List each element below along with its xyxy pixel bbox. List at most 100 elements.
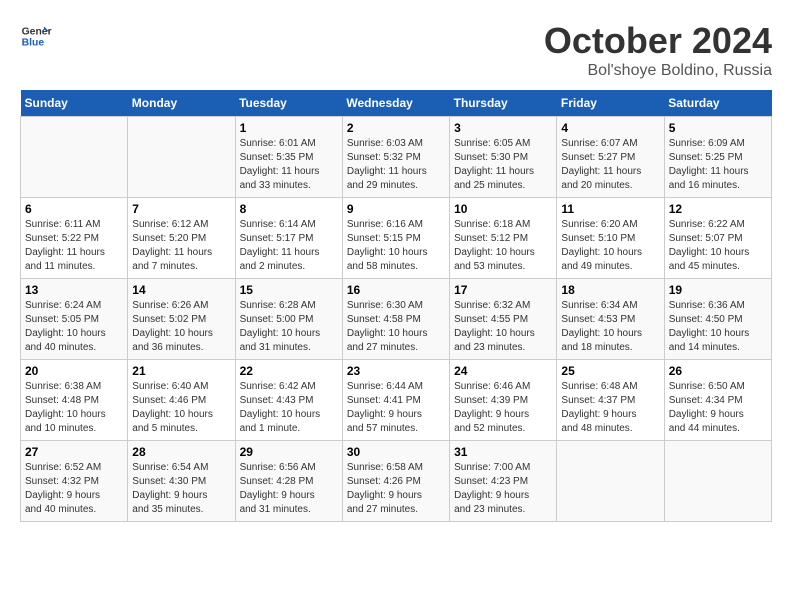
calendar-cell: 16Sunrise: 6:30 AM Sunset: 4:58 PM Dayli…: [342, 279, 449, 360]
day-number: 11: [561, 202, 659, 216]
day-info: Sunrise: 6:01 AM Sunset: 5:35 PM Dayligh…: [240, 137, 338, 193]
day-info: Sunrise: 6:50 AM Sunset: 4:34 PM Dayligh…: [669, 380, 767, 436]
day-number: 29: [240, 445, 338, 459]
day-info: Sunrise: 6:32 AM Sunset: 4:55 PM Dayligh…: [454, 299, 552, 355]
calendar-week-row: 6 Sunrise: 6:11 AM Sunset: 5:22 PM Daylig…: [21, 198, 772, 279]
title-section: October 2024 Bol'shoye Boldino, Russia: [544, 20, 772, 80]
day-info: Sunrise: 6:22 AM Sunset: 5:07 PM Dayligh…: [669, 218, 767, 274]
day-number: 5: [669, 121, 767, 135]
calendar-cell: 1 Sunrise: 6:01 AM Sunset: 5:35 PM Daylig…: [235, 117, 342, 198]
day-number: 13: [25, 283, 123, 297]
day-info: Sunrise: 6:54 AM Sunset: 4:30 PM Dayligh…: [132, 461, 230, 517]
day-number: 21: [132, 364, 230, 378]
day-info: Sunrise: 6:26 AM Sunset: 5:02 PM Dayligh…: [132, 299, 230, 355]
day-number: 2: [347, 121, 445, 135]
calendar-cell: 28Sunrise: 6:54 AM Sunset: 4:30 PM Dayli…: [128, 441, 235, 522]
calendar-cell: 31Sunrise: 7:00 AM Sunset: 4:23 PM Dayli…: [450, 441, 557, 522]
calendar-cell: [557, 441, 664, 522]
weekday-header: Thursday: [450, 90, 557, 117]
day-info: Sunrise: 6:28 AM Sunset: 5:00 PM Dayligh…: [240, 299, 338, 355]
day-info: Sunrise: 6:03 AM Sunset: 5:32 PM Dayligh…: [347, 137, 445, 193]
calendar-cell: 7 Sunrise: 6:12 AM Sunset: 5:20 PM Daylig…: [128, 198, 235, 279]
day-number: 6: [25, 202, 123, 216]
day-number: 27: [25, 445, 123, 459]
day-info: Sunrise: 6:58 AM Sunset: 4:26 PM Dayligh…: [347, 461, 445, 517]
calendar-cell: 13 Sunrise: 6:24 AM Sunset: 5:05 PM Dayli…: [21, 279, 128, 360]
calendar-cell: [128, 117, 235, 198]
day-number: 4: [561, 121, 659, 135]
calendar-cell: 17Sunrise: 6:32 AM Sunset: 4:55 PM Dayli…: [450, 279, 557, 360]
day-number: 16: [347, 283, 445, 297]
day-number: 25: [561, 364, 659, 378]
day-info: Sunrise: 6:40 AM Sunset: 4:46 PM Dayligh…: [132, 380, 230, 436]
day-number: 23: [347, 364, 445, 378]
day-number: 31: [454, 445, 552, 459]
calendar-week-row: 27 Sunrise: 6:52 AM Sunset: 4:32 PM Dayli…: [21, 441, 772, 522]
calendar-cell: 5 Sunrise: 6:09 AM Sunset: 5:25 PM Daylig…: [664, 117, 771, 198]
day-number: 10: [454, 202, 552, 216]
day-number: 19: [669, 283, 767, 297]
calendar-cell: 6 Sunrise: 6:11 AM Sunset: 5:22 PM Daylig…: [21, 198, 128, 279]
day-info: Sunrise: 6:34 AM Sunset: 4:53 PM Dayligh…: [561, 299, 659, 355]
day-number: 26: [669, 364, 767, 378]
calendar-cell: 18 Sunrise: 6:34 AM Sunset: 4:53 PM Dayli…: [557, 279, 664, 360]
day-number: 1: [240, 121, 338, 135]
calendar-cell: [664, 441, 771, 522]
weekday-header: Wednesday: [342, 90, 449, 117]
weekday-header: Friday: [557, 90, 664, 117]
weekday-header-row: SundayMondayTuesdayWednesdayThursdayFrid…: [21, 90, 772, 117]
day-info: Sunrise: 6:14 AM Sunset: 5:17 PM Dayligh…: [240, 218, 338, 274]
day-number: 12: [669, 202, 767, 216]
calendar-week-row: 20 Sunrise: 6:38 AM Sunset: 4:48 PM Dayli…: [21, 360, 772, 441]
day-info: Sunrise: 6:16 AM Sunset: 5:15 PM Dayligh…: [347, 218, 445, 274]
day-number: 30: [347, 445, 445, 459]
logo: General Blue: [20, 20, 52, 52]
calendar-cell: 9Sunrise: 6:16 AM Sunset: 5:15 PM Daylig…: [342, 198, 449, 279]
day-number: 18: [561, 283, 659, 297]
day-number: 20: [25, 364, 123, 378]
day-info: Sunrise: 6:44 AM Sunset: 4:41 PM Dayligh…: [347, 380, 445, 436]
calendar-cell: 2 Sunrise: 6:03 AM Sunset: 5:32 PM Daylig…: [342, 117, 449, 198]
day-number: 24: [454, 364, 552, 378]
calendar-cell: 14Sunrise: 6:26 AM Sunset: 5:02 PM Dayli…: [128, 279, 235, 360]
logo-icon: General Blue: [20, 20, 52, 52]
calendar-cell: 15 Sunrise: 6:28 AM Sunset: 5:00 PM Dayli…: [235, 279, 342, 360]
month-title: October 2024: [544, 20, 772, 62]
calendar-cell: 19 Sunrise: 6:36 AM Sunset: 4:50 PM Dayli…: [664, 279, 771, 360]
weekday-header: Sunday: [21, 90, 128, 117]
day-info: Sunrise: 6:20 AM Sunset: 5:10 PM Dayligh…: [561, 218, 659, 274]
day-number: 15: [240, 283, 338, 297]
day-info: Sunrise: 6:07 AM Sunset: 5:27 PM Dayligh…: [561, 137, 659, 193]
calendar-cell: 24Sunrise: 6:46 AM Sunset: 4:39 PM Dayli…: [450, 360, 557, 441]
day-info: Sunrise: 6:18 AM Sunset: 5:12 PM Dayligh…: [454, 218, 552, 274]
day-number: 8: [240, 202, 338, 216]
calendar-cell: 3Sunrise: 6:05 AM Sunset: 5:30 PM Daylig…: [450, 117, 557, 198]
calendar-cell: 25 Sunrise: 6:48 AM Sunset: 4:37 PM Dayli…: [557, 360, 664, 441]
day-info: Sunrise: 6:12 AM Sunset: 5:20 PM Dayligh…: [132, 218, 230, 274]
calendar-week-row: 13 Sunrise: 6:24 AM Sunset: 5:05 PM Dayli…: [21, 279, 772, 360]
calendar-cell: 30 Sunrise: 6:58 AM Sunset: 4:26 PM Dayli…: [342, 441, 449, 522]
day-info: Sunrise: 6:52 AM Sunset: 4:32 PM Dayligh…: [25, 461, 123, 517]
day-info: Sunrise: 6:11 AM Sunset: 5:22 PM Dayligh…: [25, 218, 123, 274]
day-number: 7: [132, 202, 230, 216]
svg-text:General: General: [22, 26, 52, 37]
calendar-cell: 26 Sunrise: 6:50 AM Sunset: 4:34 PM Dayli…: [664, 360, 771, 441]
day-info: Sunrise: 6:36 AM Sunset: 4:50 PM Dayligh…: [669, 299, 767, 355]
day-number: 3: [454, 121, 552, 135]
day-info: Sunrise: 6:56 AM Sunset: 4:28 PM Dayligh…: [240, 461, 338, 517]
weekday-header: Tuesday: [235, 90, 342, 117]
location-subtitle: Bol'shoye Boldino, Russia: [544, 62, 772, 80]
page-header: General Blue October 2024 Bol'shoye Bold…: [20, 20, 772, 80]
day-info: Sunrise: 6:38 AM Sunset: 4:48 PM Dayligh…: [25, 380, 123, 436]
day-info: Sunrise: 6:48 AM Sunset: 4:37 PM Dayligh…: [561, 380, 659, 436]
calendar-cell: 11 Sunrise: 6:20 AM Sunset: 5:10 PM Dayli…: [557, 198, 664, 279]
day-info: Sunrise: 6:24 AM Sunset: 5:05 PM Dayligh…: [25, 299, 123, 355]
calendar-week-row: 1 Sunrise: 6:01 AM Sunset: 5:35 PM Daylig…: [21, 117, 772, 198]
calendar-cell: 23 Sunrise: 6:44 AM Sunset: 4:41 PM Dayli…: [342, 360, 449, 441]
day-info: Sunrise: 6:09 AM Sunset: 5:25 PM Dayligh…: [669, 137, 767, 193]
calendar-cell: 22Sunrise: 6:42 AM Sunset: 4:43 PM Dayli…: [235, 360, 342, 441]
calendar-cell: [21, 117, 128, 198]
weekday-header: Monday: [128, 90, 235, 117]
calendar-table: SundayMondayTuesdayWednesdayThursdayFrid…: [20, 90, 772, 522]
calendar-cell: 10 Sunrise: 6:18 AM Sunset: 5:12 PM Dayli…: [450, 198, 557, 279]
